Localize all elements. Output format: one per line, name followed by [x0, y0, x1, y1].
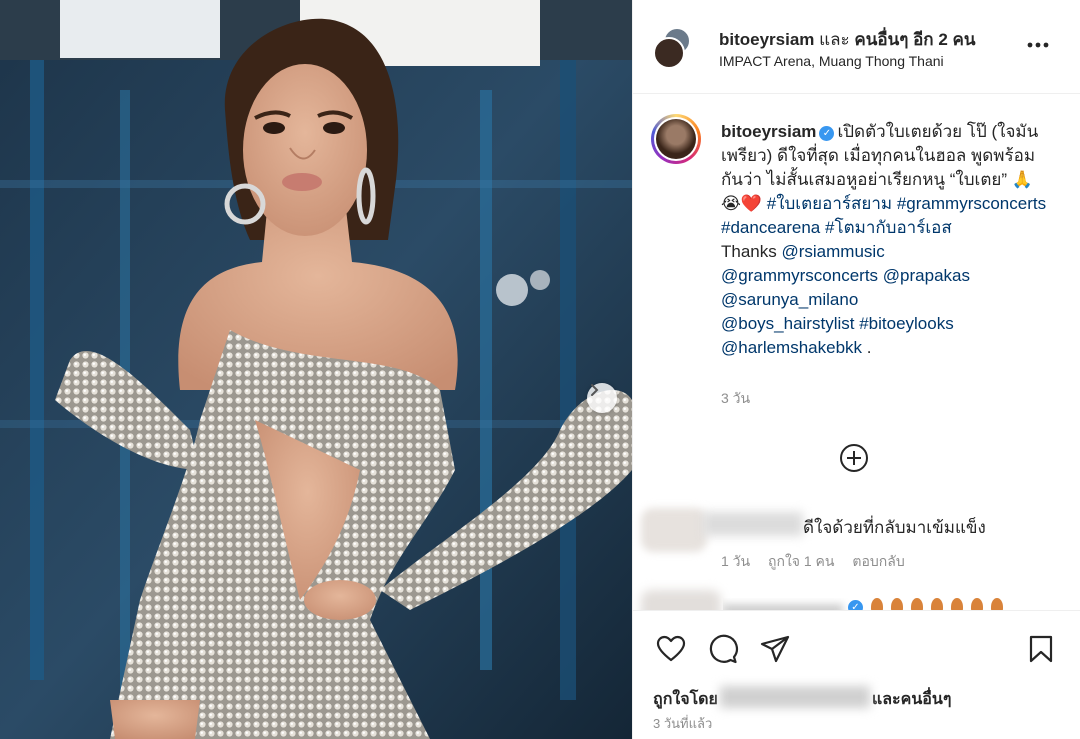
location-link[interactable]: IMPACT Arena, Muang Thong Thani — [719, 53, 1009, 69]
header-joiner: และ — [819, 30, 850, 49]
caption-end: . — [866, 338, 872, 357]
caption-username-link[interactable]: bitoeyrsiam — [721, 122, 816, 141]
comment-username-blurred[interactable] — [703, 512, 803, 536]
comment-meta: 1 วัน ถูกใจ 1 คน ตอบกลับ — [721, 551, 919, 573]
load-more-comments-button[interactable] — [838, 442, 870, 474]
post-photo[interactable] — [0, 0, 632, 739]
save-button[interactable] — [1025, 633, 1057, 665]
comment-likes[interactable]: ถูกใจ 1 คน — [768, 553, 835, 569]
hashtag-link[interactable]: #ใบเตยอาร์สยาม — [767, 194, 892, 213]
caption-text: bitoeyrsiam ✓ เปิดตัวใบเตยด้วย โป๊ (ใจมันเ… — [721, 120, 1051, 360]
mention-link[interactable]: @sarunya_milano — [721, 290, 858, 309]
mention-link[interactable]: @rsiammusic — [781, 242, 884, 261]
chevron-right-icon — [591, 384, 599, 396]
like-button[interactable] — [655, 633, 687, 665]
bookmark-icon — [1029, 635, 1053, 663]
next-photo-button[interactable] — [587, 383, 617, 413]
header-others-link[interactable]: คนอื่นๆ อีก 2 คน — [854, 30, 975, 49]
comment-time[interactable]: 1 วัน — [721, 553, 750, 569]
hashtag-link[interactable]: #โตมากับอาร์เอส — [825, 218, 952, 237]
comment-reply-button[interactable]: ตอบกลับ — [852, 553, 904, 569]
hashtag-link[interactable]: #grammyrsconcerts — [897, 194, 1046, 213]
header-authors: bitoeyrsiam และ คนอื่นๆ อีก 2 คน — [719, 26, 1009, 53]
send-icon — [760, 635, 790, 663]
heart-icon — [656, 635, 686, 662]
hashtag-link[interactable]: #bitoeylooks — [859, 314, 954, 333]
header-avatar-stack[interactable] — [653, 27, 691, 71]
likes-joiner: และ — [871, 691, 901, 708]
hashtag-link[interactable]: #dancearena — [721, 218, 820, 237]
comment-bubble-icon — [709, 634, 739, 664]
mention-link[interactable]: @prapakas — [883, 266, 970, 285]
post-timestamp[interactable]: 3 วันที่แล้ว — [653, 713, 712, 734]
comment-avatar-blurred[interactable] — [641, 508, 707, 552]
photo-illustration — [0, 0, 632, 739]
liker-username-blurred[interactable] — [719, 686, 870, 708]
caption-avatar[interactable] — [651, 114, 701, 164]
author-avatar[interactable] — [653, 37, 685, 69]
share-button[interactable] — [759, 633, 791, 665]
caption-thanks: Thanks — [721, 242, 777, 261]
more-options-button[interactable] — [1023, 30, 1053, 60]
post-header: bitoeyrsiam และ คนอื่นๆ อีก 2 คน IMPACT … — [633, 0, 1080, 94]
comment-button[interactable] — [707, 633, 739, 665]
more-horizontal-icon — [1027, 42, 1049, 48]
mention-link[interactable]: @grammyrsconcerts — [721, 266, 878, 285]
mention-link[interactable]: @boys_hairstylist — [721, 314, 854, 333]
caption-timestamp[interactable]: 3 วัน — [721, 388, 750, 410]
comment-item: ดีใจด้วยที่กลับมาเข้มแข็ง 1 วัน ถูกใจ 1 … — [633, 500, 1080, 630]
likes-prefix: ถูกใจโดย — [653, 691, 718, 708]
likes-summary[interactable]: ถูกใจโดย และคนอื่นๆ — [653, 686, 951, 712]
comment-text: ดีใจด้วยที่กลับมาเข้มแข็ง — [803, 518, 986, 537]
post-side-panel: bitoeyrsiam และ คนอื่นๆ อีก 2 คน IMPACT … — [632, 0, 1080, 739]
likes-others-link[interactable]: คนอื่นๆ — [901, 691, 952, 708]
post-actions-bar — [633, 610, 1080, 682]
mention-link[interactable]: @harlemshakebkk — [721, 338, 862, 357]
verified-badge-icon: ✓ — [819, 126, 835, 141]
header-username-link[interactable]: bitoeyrsiam — [719, 30, 814, 49]
plus-circle-icon — [840, 444, 868, 472]
